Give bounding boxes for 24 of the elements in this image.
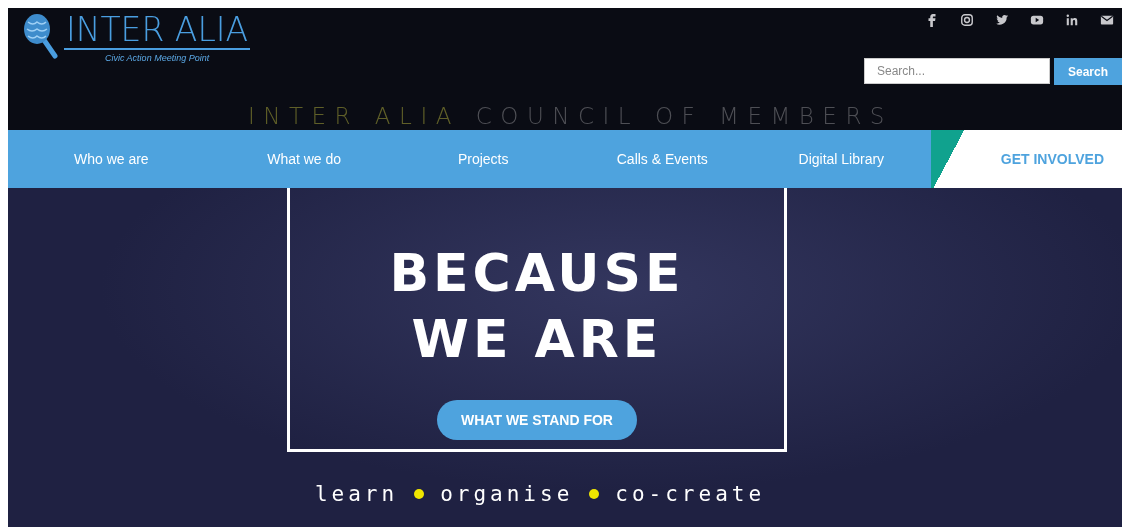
logo-tagline: Civic Action Meeting Point: [104, 53, 210, 63]
youtube-icon[interactable]: [1030, 13, 1044, 27]
logo-title: INTER ALIA: [64, 12, 251, 50]
council-heading: INTER ALIA COUNCIL OF MEMBERS: [248, 102, 893, 130]
nav-link[interactable]: Digital Library: [751, 130, 931, 188]
tagline-word: organise: [440, 482, 574, 506]
instagram-icon[interactable]: [960, 13, 974, 27]
linkedin-icon[interactable]: [1065, 13, 1079, 27]
search-field[interactable]: Search...: [864, 58, 1050, 84]
nav-link[interactable]: Calls & Events: [572, 130, 752, 188]
hero-heading: BECAUSE: [389, 242, 685, 305]
bullet-dot: [589, 489, 600, 499]
nav-link[interactable]: Projects: [393, 130, 573, 188]
get-involved-button[interactable]: GET INVOLVED: [930, 130, 1122, 188]
stand-for-button[interactable]: WHAT WE STAND FOR: [437, 400, 637, 440]
email-icon[interactable]: [1100, 13, 1114, 27]
tagline-word: learn: [314, 482, 399, 506]
tagline-word: co-create: [615, 482, 766, 506]
nav-link[interactable]: Who we are: [8, 130, 215, 188]
hero-heading: WE ARE: [410, 308, 664, 371]
nav-link[interactable]: What we do: [214, 130, 394, 188]
search-button[interactable]: Search: [1054, 58, 1122, 85]
bullet-dot: [414, 489, 425, 499]
twitter-icon[interactable]: [995, 13, 1009, 27]
